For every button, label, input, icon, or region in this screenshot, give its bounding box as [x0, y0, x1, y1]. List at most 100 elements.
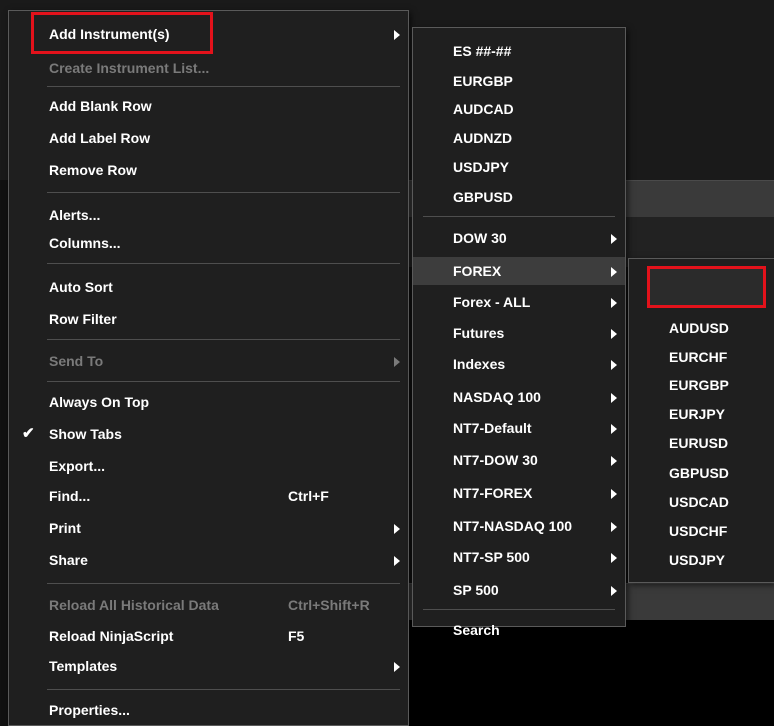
submenu-arrow-icon: [611, 393, 617, 403]
menu-item-label: NT7-DOW 30: [453, 452, 538, 468]
menu-item-label: Share: [49, 552, 88, 568]
submenu-arrow-icon: [611, 329, 617, 339]
instrument-item-usdjpy[interactable]: USDJPY: [413, 153, 625, 181]
menu-item-label: GBPUSD: [453, 189, 513, 205]
menu-item-label: Columns...: [49, 235, 121, 251]
menu-item-label: Reload NinjaScript: [49, 628, 174, 644]
instrument-list-forex-all[interactable]: Forex - ALL: [413, 288, 625, 316]
menu-item-alerts[interactable]: Alerts...: [9, 201, 408, 229]
menu-item-label: Remove Row: [49, 162, 137, 178]
submenu-arrow-icon: [611, 424, 617, 434]
menu-item-share[interactable]: Share: [9, 546, 408, 574]
instruments-submenu: ES ##-## EURGBP AUDCAD AUDNZD USDJPY GBPUSD DO…: [412, 27, 626, 638]
select-all-highlight: [650, 269, 763, 305]
shortcut-label: F5: [288, 628, 305, 644]
menu-item-label: Reload All Historical Data: [49, 597, 219, 613]
instrument-item-audcad[interactable]: AUDCAD: [413, 95, 625, 123]
menu-item-label: Show Tabs: [49, 426, 122, 442]
menu-item-label: Export...: [49, 458, 106, 474]
menu-separator: [423, 609, 615, 610]
menu-item-label: SP 500: [453, 582, 499, 598]
menu-item-label: EURUSD: [669, 435, 729, 451]
forex-symbol-eurusd[interactable]: EURUSD: [629, 429, 774, 457]
instrument-list-nt7-dow-30[interactable]: NT7-DOW 30: [413, 446, 625, 474]
instrument-item-es[interactable]: ES ##-##: [413, 37, 625, 65]
menu-item-find[interactable]: Find... Ctrl+F: [9, 482, 408, 510]
menu-item-show-tabs[interactable]: ✔ Show Tabs: [9, 420, 408, 448]
menu-item-label: Alerts...: [49, 207, 101, 223]
forex-symbol-usdjpy[interactable]: USDJPY: [629, 546, 774, 574]
submenu-arrow-icon: [394, 662, 400, 672]
submenu-arrow-icon: [394, 524, 400, 534]
menu-item-label: Search: [453, 622, 500, 638]
menu-item-label: AUDNZD: [453, 130, 513, 146]
menu-item-reload-ninjascript[interactable]: Reload NinjaScript F5: [9, 622, 408, 650]
submenu-arrow-icon: [611, 234, 617, 244]
instrument-list-futures[interactable]: Futures: [413, 319, 625, 347]
instrument-list-sp-500[interactable]: SP 500: [413, 576, 625, 604]
menu-item-print[interactable]: Print: [9, 514, 408, 542]
menu-item-templates[interactable]: Templates: [9, 652, 408, 680]
instrument-item-audnzd[interactable]: AUDNZD: [413, 124, 625, 152]
menu-item-add-label-row[interactable]: Add Label Row: [9, 124, 408, 152]
forex-symbol-gbpusd[interactable]: GBPUSD: [629, 459, 774, 487]
menu-item-label: USDJPY: [669, 552, 726, 568]
menu-item-row-filter[interactable]: Row Filter: [9, 305, 408, 333]
instrument-list-nasdaq-100[interactable]: NASDAQ 100: [413, 383, 625, 411]
submenu-arrow-icon: [611, 360, 617, 370]
forex-symbol-usdchf[interactable]: USDCHF: [629, 517, 774, 545]
instrument-item-gbpusd[interactable]: GBPUSD: [413, 183, 625, 211]
menu-item-label: AUDUSD: [669, 320, 729, 336]
instrument-list-nt7-default[interactable]: NT7-Default: [413, 414, 625, 442]
menu-item-label: USDCHF: [669, 523, 728, 539]
instrument-list-nt7-nasdaq-100[interactable]: NT7-NASDAQ 100: [413, 512, 625, 540]
menu-item-remove-row[interactable]: Remove Row: [9, 156, 408, 184]
menu-item-label: USDJPY: [453, 159, 510, 175]
forex-symbol-eurgbp[interactable]: EURGBP: [629, 371, 774, 399]
menu-item-properties[interactable]: Properties...: [9, 696, 408, 724]
menu-separator: [47, 263, 400, 264]
menu-item-reload-all-historical-data: Reload All Historical Data Ctrl+Shift+R: [9, 591, 408, 619]
menu-item-columns[interactable]: Columns...: [9, 229, 408, 257]
menu-item-label: GBPUSD: [669, 465, 729, 481]
submenu-arrow-icon: [611, 586, 617, 596]
menu-separator: [47, 689, 400, 690]
forex-submenu: Select AllAUDUSDEURCHFEURGBPEURJPYEURUSD…: [628, 258, 774, 583]
menu-item-label: Auto Sort: [49, 279, 113, 295]
instrument-list-dow-30[interactable]: DOW 30: [413, 224, 625, 252]
instrument-item-eurgbp[interactable]: EURGBP: [413, 67, 625, 95]
submenu-arrow-icon: [611, 489, 617, 499]
menu-item-label: NT7-FOREX: [453, 485, 533, 501]
search-menu-item[interactable]: Search: [413, 616, 625, 644]
shortcut-label: Ctrl+Shift+R: [288, 597, 370, 613]
menu-item-send-to: Send To: [9, 347, 408, 375]
forex-symbol-audusd[interactable]: AUDUSD: [629, 314, 774, 342]
forex-symbol-eurjpy[interactable]: EURJPY: [629, 400, 774, 428]
menu-separator: [47, 381, 400, 382]
menu-item-export[interactable]: Export...: [9, 452, 408, 480]
menu-item-label: EURJPY: [669, 406, 726, 422]
menu-item-add-blank-row[interactable]: Add Blank Row: [9, 92, 408, 120]
instrument-list-forex[interactable]: FOREX: [413, 257, 625, 285]
forex-symbol-eurchf[interactable]: EURCHF: [629, 343, 774, 371]
instrument-list-nt7-sp-500[interactable]: NT7-SP 500: [413, 543, 625, 571]
submenu-arrow-icon: [394, 30, 400, 40]
menu-item-label: USDCAD: [669, 494, 729, 510]
menu-item-label: Print: [49, 520, 81, 536]
forex-symbol-usdcad[interactable]: USDCAD: [629, 488, 774, 516]
menu-item-label: Add Label Row: [49, 130, 151, 146]
menu-separator: [47, 339, 400, 340]
submenu-arrow-icon: [611, 267, 617, 277]
instrument-list-indexes[interactable]: Indexes: [413, 350, 625, 378]
menu-item-label: Create Instrument List...: [49, 60, 210, 76]
menu-item-always-on-top[interactable]: Always On Top: [9, 388, 408, 416]
menu-item-label: Always On Top: [49, 394, 150, 410]
menu-item-label: NT7-NASDAQ 100: [453, 518, 573, 534]
menu-item-label: DOW 30: [453, 230, 507, 246]
menu-separator: [423, 216, 615, 217]
menu-item-label: Send To: [49, 353, 104, 369]
menu-item-auto-sort[interactable]: Auto Sort: [9, 273, 408, 301]
menu-separator: [47, 192, 400, 193]
instrument-list-nt7-forex[interactable]: NT7-FOREX: [413, 479, 625, 507]
menu-item-add-instrument-s[interactable]: Add Instrument(s): [9, 20, 408, 48]
